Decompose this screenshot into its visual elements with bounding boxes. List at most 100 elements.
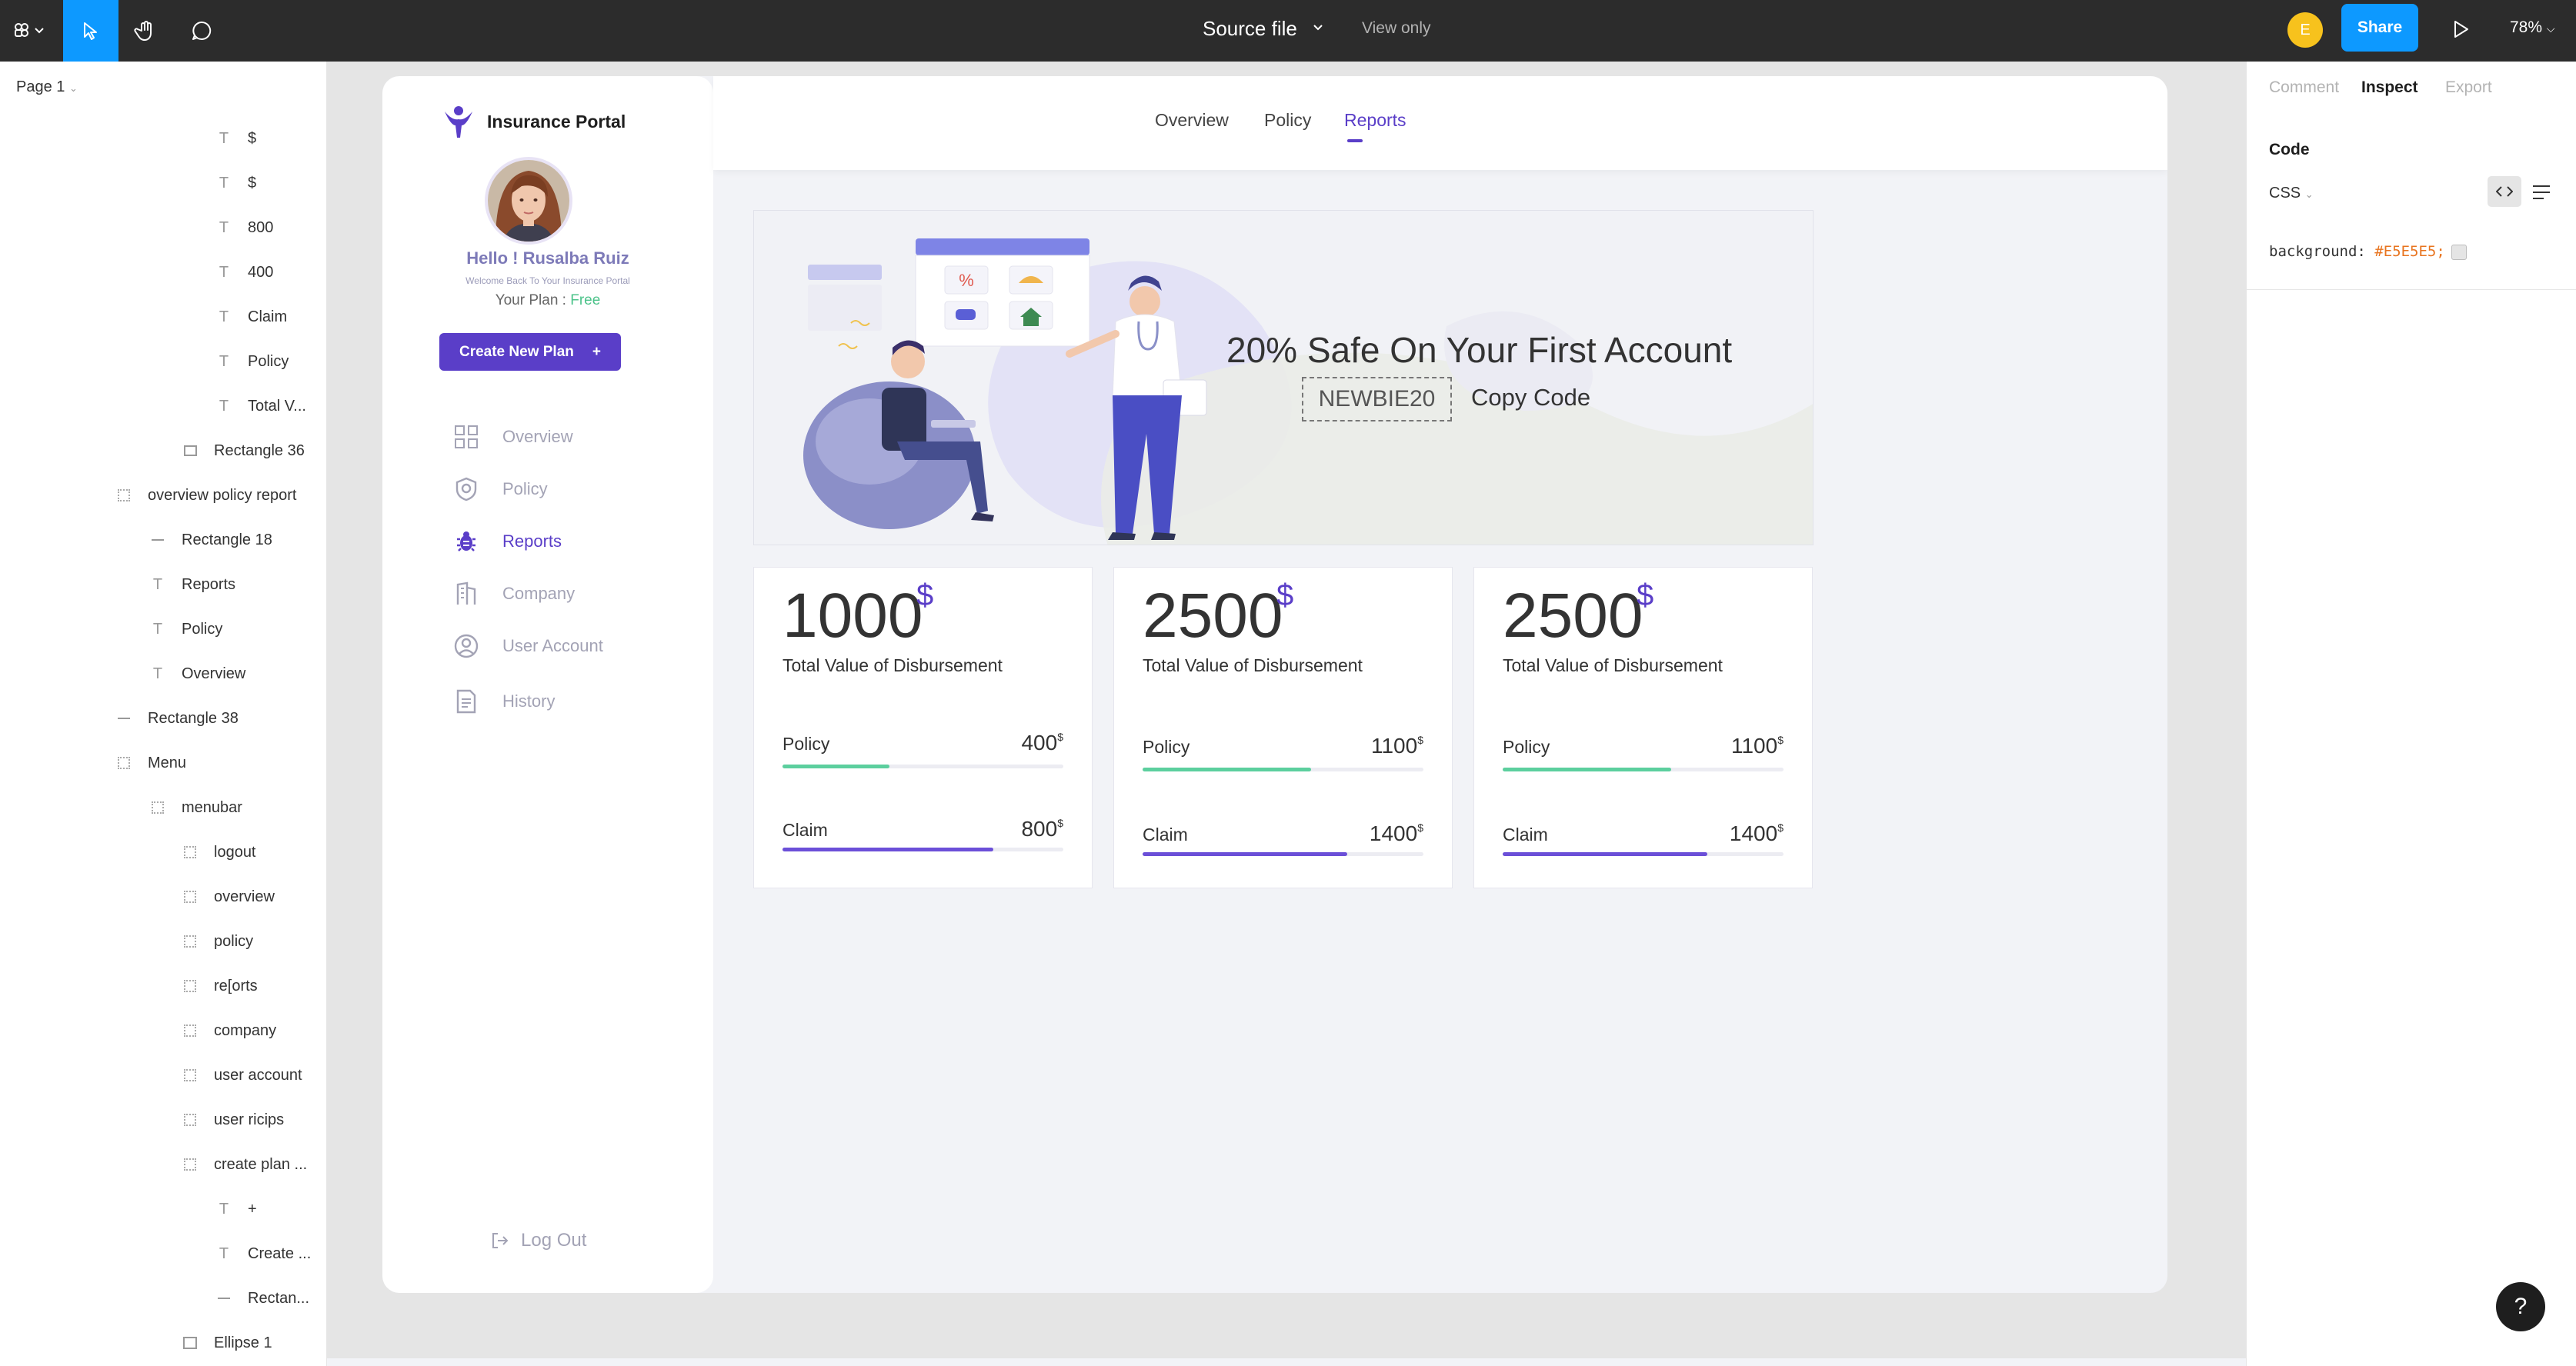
brand-logo-icon	[445, 106, 472, 138]
profile-avatar[interactable]	[485, 157, 572, 245]
layer-item[interactable]: logout	[182, 837, 256, 868]
inspect-panel: Comment Inspect Export Code CSS ⌄ backgr…	[2246, 62, 2576, 1366]
stat-card[interactable]: 1000 $ Total Value of Disbursement Policy 40…	[753, 567, 1093, 888]
chevron-down-icon: ⌵	[2546, 22, 2555, 35]
layer-item[interactable]: T Reports	[149, 569, 235, 600]
sidebar-item-policy[interactable]: Policy	[453, 474, 548, 505]
create-new-plan-button[interactable]: Create New Plan +	[439, 333, 621, 371]
promo-illustration: %	[803, 238, 1813, 545]
css-value: #E5E5E5;	[2374, 243, 2445, 260]
claim-label: Claim	[1143, 825, 1188, 845]
layer-item[interactable]: overview policy report	[115, 480, 296, 511]
welcome-text: Welcome Back To Your Insurance Portal	[465, 275, 630, 286]
sidebar-item-label: Overview	[502, 427, 573, 446]
layer-item[interactable]: T Policy	[215, 346, 289, 377]
document-title[interactable]: Source file	[1203, 17, 1297, 41]
sidebar-item-user-account[interactable]: User Account	[453, 631, 603, 661]
layer-item[interactable]: T 400	[215, 257, 273, 288]
layer-label: Ellipse 1	[214, 1334, 272, 1351]
sidebar-item-history[interactable]: History	[453, 686, 555, 717]
layer-item[interactable]: Rectangle 18	[149, 525, 272, 555]
claim-value: 1400$	[1730, 821, 1784, 846]
layer-item[interactable]: T Create ...	[215, 1238, 311, 1269]
layer-label: overview	[214, 888, 275, 905]
layer-label: user account	[214, 1066, 302, 1084]
stat-card[interactable]: 2500 $ Total Value of Disbursement Policy 11…	[1473, 567, 1813, 888]
present-play-icon[interactable]	[2449, 17, 2472, 42]
total-label: Total Value of Disbursement	[1503, 655, 1723, 675]
frame-shape	[184, 1114, 196, 1126]
comment-tool-button[interactable]	[174, 0, 229, 62]
sidebar-item-company[interactable]: Company	[453, 578, 575, 609]
layer-item[interactable]: T Total V...	[215, 391, 306, 421]
sidebar-item-label: Reports	[502, 531, 562, 551]
help-button[interactable]: ?	[2496, 1282, 2545, 1331]
layer-item[interactable]: T Overview	[149, 658, 245, 689]
tab-comment[interactable]: Comment	[2269, 78, 2339, 97]
layer-item[interactable]: Rectan...	[215, 1283, 309, 1314]
stat-card[interactable]: 2500 $ Total Value of Disbursement Policy 11…	[1113, 567, 1453, 888]
sidebar-item-overview[interactable]: Overview	[453, 421, 573, 452]
chevron-down-icon[interactable]	[1312, 22, 1324, 34]
policy-label: Policy	[1143, 737, 1190, 757]
hand-tool-button[interactable]	[118, 0, 174, 62]
frame-shape	[118, 757, 130, 769]
zoom-level[interactable]: 78% ⌵	[2510, 18, 2555, 37]
design-frame: Insurance Portal Hello ! Rusalba Ruiz We…	[382, 76, 2167, 1293]
layer-item[interactable]: T $	[215, 168, 256, 198]
total-value: 1000	[782, 581, 923, 651]
plan-label: Your Plan :	[495, 292, 566, 308]
claim-label: Claim	[782, 820, 828, 840]
sidebar-item-reports[interactable]: Reports	[453, 526, 562, 557]
layer-label: Overview	[182, 665, 246, 682]
code-view-button[interactable]	[2488, 176, 2521, 207]
policy-progress-track	[1503, 768, 1784, 771]
layer-item[interactable]: re[orts	[182, 971, 258, 1001]
logout-label: Log Out	[521, 1230, 587, 1251]
move-tool-button[interactable]	[63, 0, 118, 62]
layer-label: Rectangle 38	[148, 709, 239, 727]
layer-item[interactable]: create plan ...	[182, 1149, 307, 1180]
chevron-down-icon: ⌄	[2304, 188, 2314, 200]
layer-item[interactable]: T Claim	[215, 302, 287, 332]
code-section-title: Code	[2269, 141, 2310, 158]
frame-layer-icon	[182, 844, 199, 861]
promo-code[interactable]: NEWBIE20	[1302, 377, 1452, 421]
layer-item[interactable]: Menu	[115, 748, 186, 778]
layer-item[interactable]: Ellipse 1	[182, 1328, 272, 1358]
layer-item[interactable]: user account	[182, 1060, 302, 1091]
share-button[interactable]: Share	[2341, 4, 2418, 52]
layer-item[interactable]: Rectangle 36	[182, 435, 305, 466]
tab-reports[interactable]: Reports	[1344, 110, 1406, 131]
text-layer-icon: T	[219, 263, 229, 281]
claim-progress-fill	[1143, 852, 1348, 856]
list-view-icon[interactable]	[2531, 184, 2551, 201]
tab-inspect[interactable]: Inspect	[2361, 78, 2418, 97]
brand-name: Insurance Portal	[487, 112, 626, 132]
tab-policy[interactable]: Policy	[1264, 110, 1311, 131]
layer-item[interactable]: policy	[182, 926, 253, 957]
main-menu-button[interactable]	[0, 0, 60, 62]
color-swatch	[2451, 244, 2467, 260]
layer-item[interactable]: user ricips	[182, 1104, 284, 1135]
user-avatar[interactable]: E	[2287, 12, 2323, 48]
plan-info: Your Plan : Free	[382, 292, 713, 309]
frame-shape	[152, 801, 164, 814]
layer-item[interactable]: menubar	[149, 792, 242, 823]
layer-item[interactable]: T 800	[215, 212, 273, 243]
layer-item[interactable]: T $	[215, 123, 256, 154]
layer-item[interactable]: T Policy	[149, 614, 222, 645]
tab-export[interactable]: Export	[2445, 78, 2492, 97]
layer-item[interactable]: company	[182, 1015, 276, 1046]
layer-item[interactable]: T +	[215, 1194, 257, 1224]
text-layer-icon: T	[219, 1200, 229, 1218]
logout-button[interactable]: Log Out	[490, 1230, 586, 1251]
layer-item[interactable]: overview	[182, 881, 275, 912]
line-shape	[218, 1298, 230, 1299]
language-select[interactable]: CSS ⌄	[2269, 185, 2314, 202]
frame-layer-icon	[182, 1111, 199, 1128]
copy-code-button[interactable]: Copy Code	[1471, 384, 1590, 411]
page-selector[interactable]: Page 1 ⌄	[16, 78, 78, 96]
tab-overview[interactable]: Overview	[1155, 110, 1229, 131]
layer-item[interactable]: Rectangle 38	[115, 703, 239, 734]
